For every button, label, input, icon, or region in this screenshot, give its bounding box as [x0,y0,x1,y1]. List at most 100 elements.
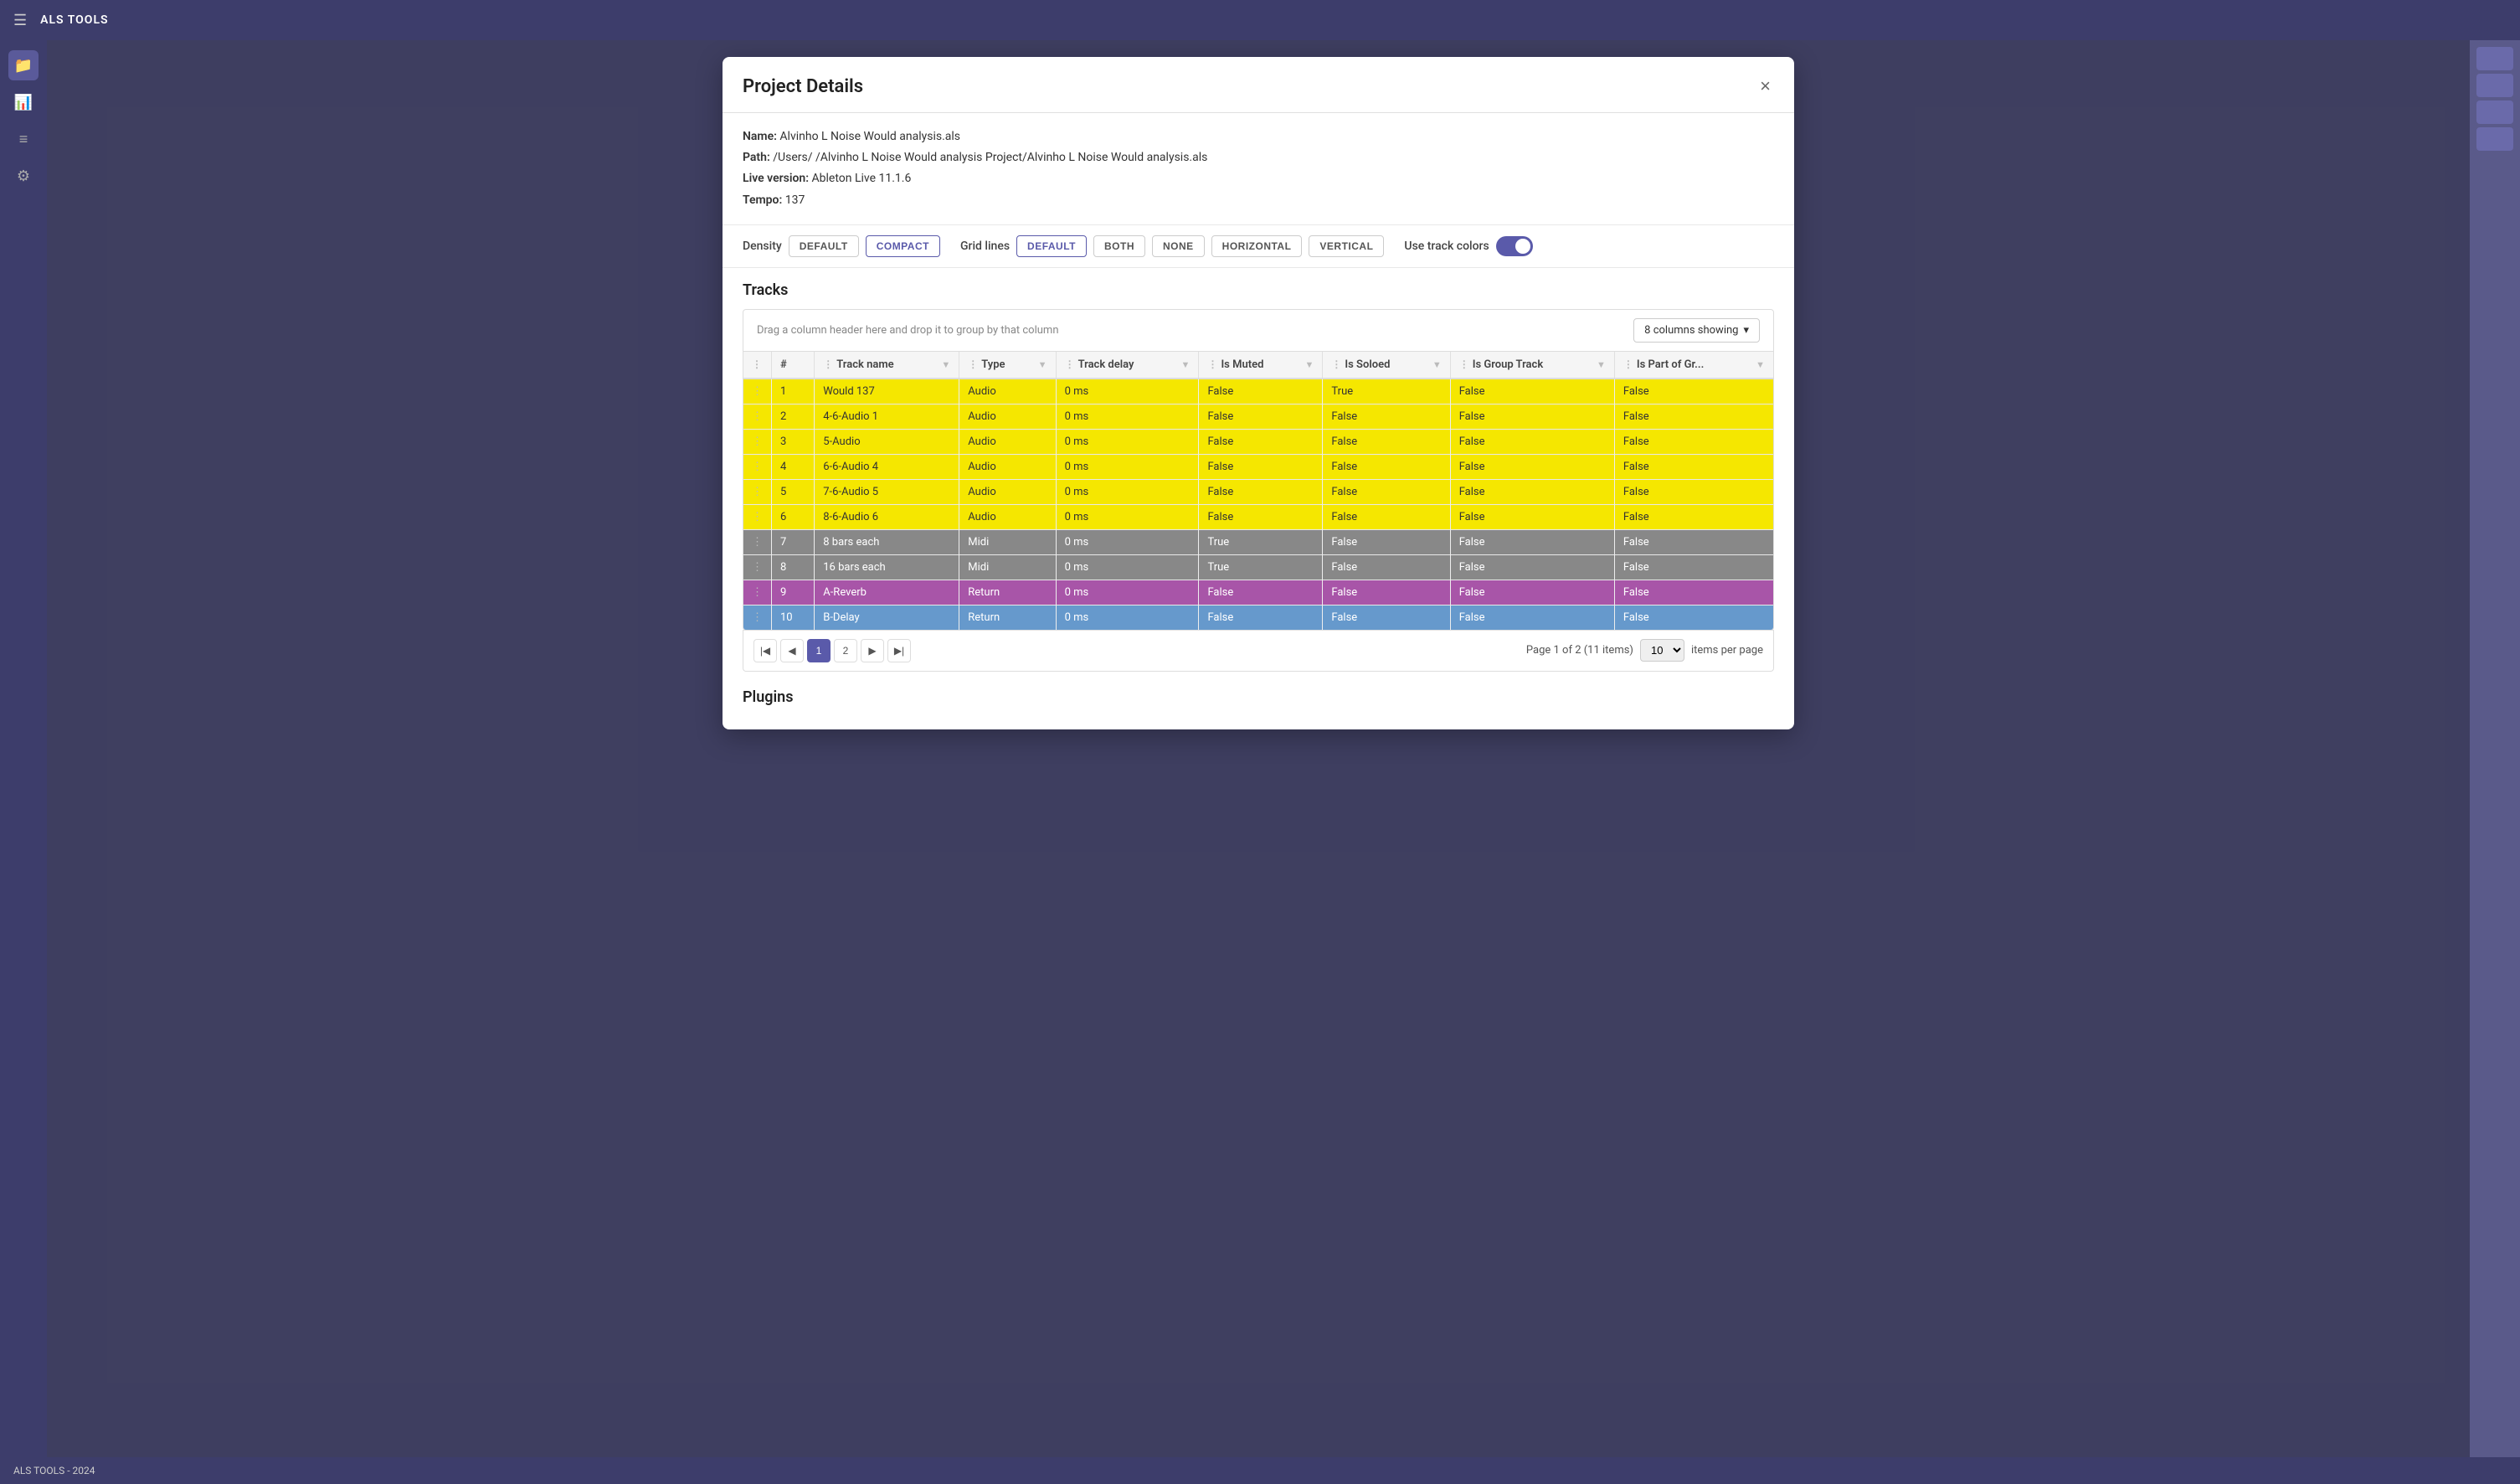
last-page-button[interactable]: ▶| [887,639,911,662]
grid-horizontal-button[interactable]: HORIZONTAL [1211,235,1303,257]
partofgr-filter-icon[interactable]: ▼ [1756,359,1765,370]
sidebar-item-list[interactable]: ≡ [8,124,39,154]
row-type-cell: Return [959,605,1056,630]
sidebar-item-settings[interactable]: ⚙ [8,161,39,191]
row-num-cell: 4 [772,454,815,479]
row-muted-cell: False [1199,454,1323,479]
first-page-button[interactable]: |◀ [753,639,777,662]
row-grouptrack-cell: False [1450,379,1614,404]
prev-page-button[interactable]: ◀ [780,639,804,662]
density-default-button[interactable]: DEFAULT [789,235,859,257]
track-colors-toggle[interactable] [1496,236,1533,256]
table-row[interactable]: ⋮ 10 B-Delay Return 0 ms False False Fal… [743,605,1773,630]
col-ismuted-header[interactable]: ⋮ Is Muted ▼ [1199,352,1323,379]
table-row[interactable]: ⋮ 5 7-6-Audio 5 Audio 0 ms False False F… [743,479,1773,504]
density-group: Density DEFAULT COMPACT [743,235,940,257]
grid-none-button[interactable]: NONE [1152,235,1205,257]
table-row[interactable]: ⋮ 1 Would 137 Audio 0 ms False True Fals… [743,379,1773,404]
topbar: ☰ ALS TOOLS [0,0,2520,40]
grid-vertical-button[interactable]: VERTICAL [1309,235,1384,257]
live-label: Live version: [743,172,809,185]
row-partofgr-cell: False [1614,454,1773,479]
row-soloed-cell: False [1323,529,1450,554]
row-soloed-cell: False [1323,580,1450,605]
per-page-info: Page 1 of 2 (11 items) 10 25 50 items pe… [1526,639,1763,662]
row-num-cell: 9 [772,580,815,605]
row-drag-cell: ⋮ [743,504,772,529]
grid-label: Grid lines [960,240,1010,253]
page-1-button[interactable]: 1 [807,639,831,662]
muted-filter-icon[interactable]: ▼ [1305,359,1314,370]
row-type-cell: Audio [959,429,1056,454]
col-isgrouptrack-header[interactable]: ⋮ Is Group Track ▼ [1450,352,1614,379]
modal-title: Project Details [743,76,863,97]
sidebar-item-files[interactable]: 📁 [8,50,39,80]
delay-col-label: Track delay [1078,358,1134,371]
col-ispartofgr-header[interactable]: ⋮ Is Part of Gr... ▼ [1614,352,1773,379]
per-page-select[interactable]: 10 25 50 [1640,639,1684,662]
grid-both-button[interactable]: BOTH [1093,235,1145,257]
columns-dropdown[interactable]: 8 columns showing ▾ [1633,318,1760,343]
delay-filter-icon[interactable]: ▼ [1181,359,1191,370]
row-num-cell: 6 [772,504,815,529]
modal-close-button[interactable]: × [1756,74,1774,99]
page-2-button[interactable]: 2 [834,639,857,662]
grouptrack-filter-icon[interactable]: ▼ [1597,359,1606,370]
name-label: Name: [743,130,777,143]
row-type-cell: Audio [959,454,1056,479]
soloed-drag-icon: ⋮ [1331,358,1341,370]
row-partofgr-cell: False [1614,554,1773,580]
rp-btn-1[interactable] [2476,47,2513,70]
row-soloed-cell: False [1323,479,1450,504]
col-trackdelay-header[interactable]: ⋮ Track delay ▼ [1056,352,1199,379]
density-compact-button[interactable]: COMPACT [866,235,940,257]
table-header-row: ⋮ # ⋮ Track name [743,352,1773,379]
table-row[interactable]: ⋮ 6 8-6-Audio 6 Audio 0 ms False False F… [743,504,1773,529]
table-row[interactable]: ⋮ 3 5-Audio Audio 0 ms False False False… [743,429,1773,454]
grouptrack-drag-icon: ⋮ [1459,358,1469,370]
row-trackname-cell: A-Reverb [815,580,959,605]
rp-btn-3[interactable] [2476,100,2513,124]
trackname-filter-icon[interactable]: ▼ [941,359,950,370]
row-grouptrack-cell: False [1450,605,1614,630]
table-row[interactable]: ⋮ 4 6-6-Audio 4 Audio 0 ms False False F… [743,454,1773,479]
next-page-button[interactable]: ▶ [861,639,884,662]
live-value: Ableton Live 11.1.6 [812,172,912,185]
row-partofgr-cell: False [1614,404,1773,429]
row-soloed-cell: False [1323,554,1450,580]
row-delay-cell: 0 ms [1056,605,1199,630]
grid-default-button[interactable]: DEFAULT [1016,235,1087,257]
row-partofgr-cell: False [1614,379,1773,404]
row-drag-cell: ⋮ [743,379,772,404]
columns-showing-text: 8 columns showing [1644,324,1738,337]
row-drag-cell: ⋮ [743,554,772,580]
row-soloed-cell: False [1323,504,1450,529]
table-row[interactable]: ⋮ 9 A-Reverb Return 0 ms False False Fal… [743,580,1773,605]
rp-btn-4[interactable] [2476,127,2513,151]
menu-icon[interactable]: ☰ [13,12,27,29]
table-row[interactable]: ⋮ 7 8 bars each Midi 0 ms True False Fal… [743,529,1773,554]
app-title: ALS TOOLS [40,13,108,27]
drag-dots-icon: ⋮ [752,358,762,370]
row-partofgr-cell: False [1614,479,1773,504]
soloed-filter-icon[interactable]: ▼ [1432,359,1442,370]
rp-btn-2[interactable] [2476,74,2513,97]
row-drag-cell: ⋮ [743,580,772,605]
track-colors-group: Use track colors [1404,236,1532,256]
row-soloed-cell: True [1323,379,1450,404]
type-filter-icon[interactable]: ▼ [1038,359,1047,370]
project-path-row: Path: /Users/ /Alvinho L Noise Would ana… [743,147,1774,168]
row-trackname-cell: 6-6-Audio 4 [815,454,959,479]
col-trackname-header[interactable]: ⋮ Track name ▼ [815,352,959,379]
row-grouptrack-cell: False [1450,554,1614,580]
table-row[interactable]: ⋮ 2 4-6-Audio 1 Audio 0 ms False False F… [743,404,1773,429]
row-delay-cell: 0 ms [1056,379,1199,404]
row-partofgr-cell: False [1614,529,1773,554]
col-issoloed-header[interactable]: ⋮ Is Soloed ▼ [1323,352,1450,379]
drag-hint-bar: Drag a column header here and drop it to… [743,309,1774,352]
col-type-header[interactable]: ⋮ Type ▼ [959,352,1056,379]
row-partofgr-cell: False [1614,605,1773,630]
table-row[interactable]: ⋮ 8 16 bars each Midi 0 ms True False Fa… [743,554,1773,580]
sidebar-item-stats[interactable]: 📊 [8,87,39,117]
col-num-header[interactable]: # [772,352,815,379]
